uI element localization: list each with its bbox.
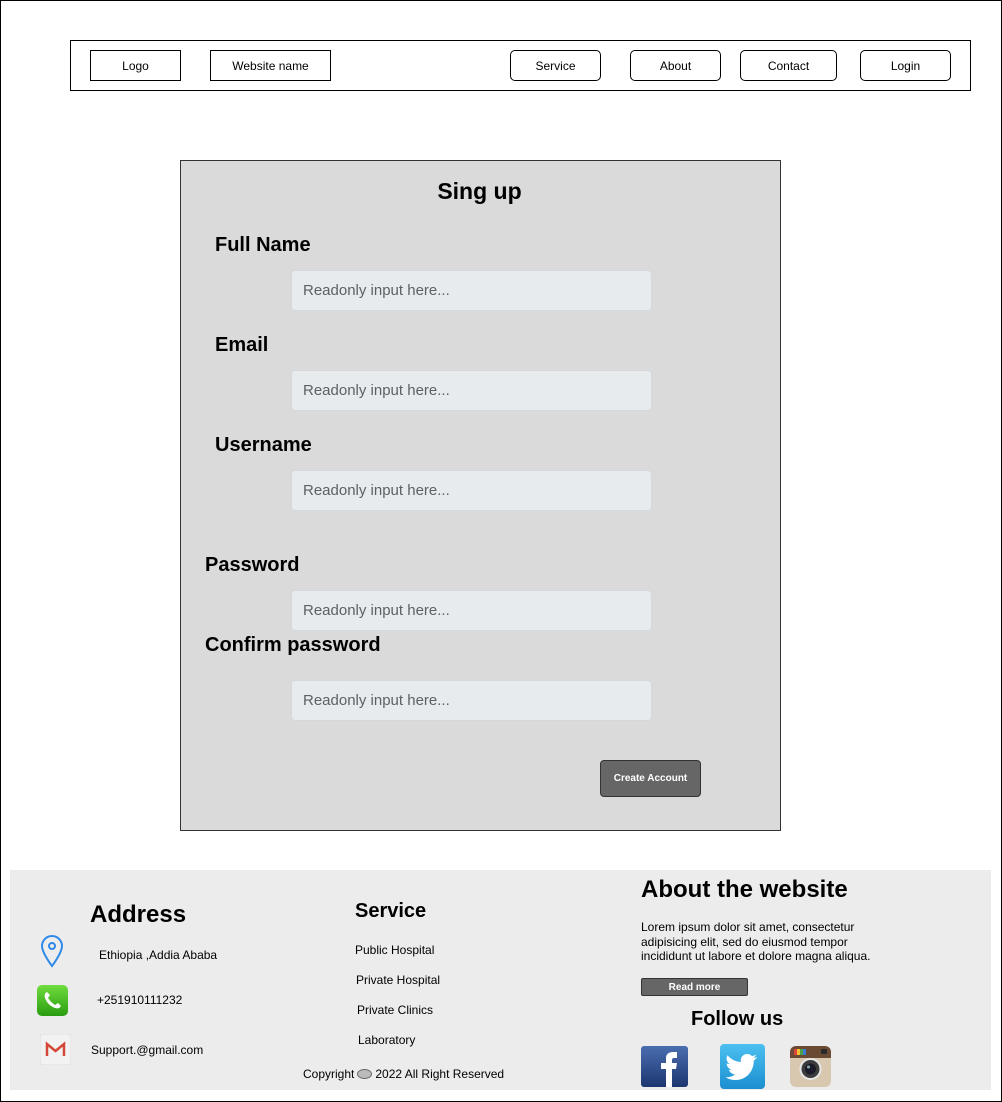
copyright-prefix: Copyright (303, 1067, 355, 1081)
full-name-input[interactable] (291, 270, 652, 311)
email-label: Email (215, 334, 269, 356)
about-heading: About the website (641, 876, 848, 903)
password-input[interactable] (291, 590, 652, 631)
footer: Address Ethiopia ,Addia Ababa +251910111… (10, 870, 991, 1090)
nav-about-button[interactable]: About (630, 50, 721, 81)
copyright-icon (357, 1069, 373, 1079)
username-label: Username (215, 434, 312, 456)
address-heading: Address (90, 901, 187, 928)
read-more-button[interactable]: Read more (641, 978, 748, 996)
nav-service-button[interactable]: Service (510, 50, 601, 81)
gmail-icon (39, 1033, 72, 1070)
copyright: Copyright 2022 All Right Reserved (303, 1067, 504, 1081)
signup-title: Sing up (437, 178, 522, 204)
nav-login-button[interactable]: Login (860, 50, 951, 81)
email-input[interactable] (291, 370, 652, 411)
service-item[interactable]: Private Clinics (357, 1003, 433, 1017)
address-location: Ethiopia ,Addia Ababa (99, 948, 218, 962)
password-label: Password (205, 554, 300, 576)
service-item[interactable]: Laboratory (358, 1033, 415, 1047)
location-pin-icon (39, 934, 65, 973)
username-input[interactable] (291, 470, 652, 511)
nav-contact-button[interactable]: Contact (740, 50, 837, 81)
about-text: Lorem ipsum dolor sit amet, consectetur … (641, 920, 871, 963)
facebook-icon[interactable] (641, 1046, 688, 1092)
logo[interactable]: Logo (90, 50, 181, 81)
create-account-button[interactable]: Create Account (600, 760, 701, 797)
signup-form: Sing up Full Name Email Username Passwor… (180, 160, 781, 831)
confirm-password-label: Confirm password (205, 634, 381, 656)
service-heading: Service (355, 900, 427, 922)
follow-us-heading: Follow us (691, 1008, 784, 1030)
confirm-password-input[interactable] (291, 680, 652, 721)
address-phone: +251910111232 (97, 993, 183, 1007)
copyright-text: 2022 All Right Reserved (375, 1067, 505, 1081)
twitter-icon[interactable] (720, 1044, 765, 1094)
address-email: Support.@gmail.com (91, 1043, 204, 1057)
navbar: Logo Website name Service About Contact … (70, 40, 971, 91)
service-item[interactable]: Private Hospital (356, 973, 440, 987)
website-name[interactable]: Website name (210, 50, 331, 81)
phone-icon (37, 985, 68, 1021)
full-name-label: Full Name (215, 234, 311, 256)
instagram-icon[interactable] (790, 1046, 831, 1092)
service-item[interactable]: Public Hospital (355, 943, 434, 957)
